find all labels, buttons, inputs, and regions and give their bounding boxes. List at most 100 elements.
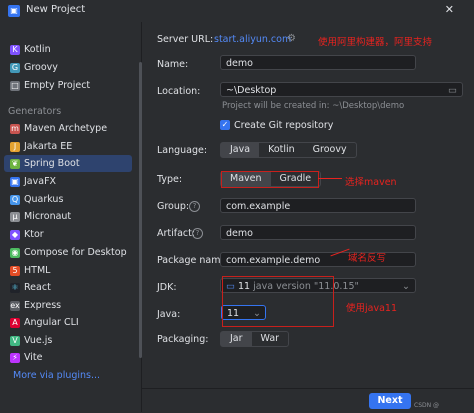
angular-icon: A bbox=[10, 318, 20, 328]
java-label: Java: bbox=[157, 309, 181, 320]
sidebar-item-empty-project[interactable]: □ Empty Project bbox=[4, 77, 132, 94]
name-field[interactable]: demo bbox=[220, 55, 416, 70]
javafx-icon: ▣ bbox=[10, 177, 20, 187]
sidebar-item-ktor[interactable]: ◆ Ktor bbox=[4, 226, 132, 243]
sidebar-item-micronaut[interactable]: μ Micronaut bbox=[4, 208, 132, 225]
artifact-label: Artifact: bbox=[157, 228, 196, 239]
sidebar-item-vite[interactable]: ⚡ Vite bbox=[4, 349, 132, 366]
sidebar-item-label: Maven Archetype bbox=[24, 123, 108, 134]
chevron-down-icon: ⌄ bbox=[402, 281, 410, 292]
sidebar-item-express[interactable]: ex Express bbox=[4, 297, 132, 314]
folder-icon[interactable]: ▭ bbox=[448, 83, 457, 98]
annotation-box-jdk bbox=[222, 276, 334, 327]
sidebar-item-jakarta-ee[interactable]: J Jakarta EE bbox=[4, 138, 132, 155]
window-controls[interactable]: ✕ bbox=[445, 3, 468, 16]
close-icon[interactable]: ✕ bbox=[445, 3, 468, 16]
language-selector: Java Kotlin Groovy bbox=[220, 142, 357, 158]
packaging-selector: Jar War bbox=[220, 331, 290, 347]
sidebar-item-react[interactable]: ⚛ React bbox=[4, 279, 132, 296]
sidebar-item-spring-boot[interactable]: ❦ Spring Boot bbox=[4, 155, 132, 172]
location-label: Location: bbox=[157, 86, 201, 97]
server-url-link[interactable]: start.aliyun.com bbox=[214, 34, 291, 45]
watermark: CSDN @ bbox=[414, 402, 440, 409]
more-via-plugins-link[interactable]: More via plugins... bbox=[13, 370, 100, 381]
compose-icon: ◉ bbox=[10, 248, 20, 258]
sidebar-item-javafx[interactable]: ▣ JavaFX bbox=[4, 173, 132, 190]
sidebar-item-label: React bbox=[24, 282, 51, 293]
sidebar-item-kotlin[interactable]: K Kotlin bbox=[4, 41, 132, 58]
sidebar-item-maven-archetype[interactable]: m Maven Archetype bbox=[4, 120, 132, 137]
vite-icon: ⚡ bbox=[10, 353, 20, 363]
sidebar-item-label: Compose for Desktop bbox=[24, 247, 127, 258]
groovy-icon: G bbox=[10, 63, 20, 73]
empty-project-icon: □ bbox=[10, 81, 20, 91]
window-title: New Project bbox=[26, 4, 86, 15]
annotation-box-type bbox=[221, 171, 319, 188]
jdk-label: JDK: bbox=[157, 282, 177, 293]
sidebar-item-label: Kotlin bbox=[24, 44, 51, 55]
package-label: Package name: bbox=[157, 255, 230, 266]
language-option-kotlin[interactable]: Kotlin bbox=[259, 143, 304, 157]
ktor-icon: ◆ bbox=[10, 230, 20, 240]
sidebar-item-label: Empty Project bbox=[24, 80, 91, 91]
sidebar-item-html[interactable]: 5 HTML bbox=[4, 262, 132, 279]
settings-gear-icon[interactable]: ⚙ bbox=[287, 33, 296, 44]
sidebar-item-label: Ktor bbox=[24, 229, 44, 240]
maven-icon: m bbox=[10, 124, 20, 134]
dialog-footer bbox=[142, 388, 474, 413]
jakarta-icon: J bbox=[10, 142, 20, 152]
sidebar: K Kotlin G Groovy □ Empty Project Genera… bbox=[0, 22, 142, 412]
group-field[interactable]: com.example bbox=[220, 198, 416, 213]
html-icon: 5 bbox=[10, 266, 20, 276]
express-icon: ex bbox=[10, 301, 20, 311]
sidebar-item-label: Angular CLI bbox=[24, 317, 79, 328]
generators-header: Generators bbox=[8, 106, 62, 117]
sidebar-item-label: Groovy bbox=[24, 62, 58, 73]
title-bar: ▣ New Project ✕ bbox=[0, 0, 474, 22]
sidebar-item-label: Express bbox=[24, 300, 62, 311]
type-label: Type: bbox=[157, 174, 183, 185]
annotation-server: 使用阿里构建器，阿里支持 bbox=[318, 37, 433, 48]
help-icon[interactable]: ? bbox=[192, 228, 203, 239]
sidebar-item-vuejs[interactable]: V Vue.js bbox=[4, 332, 132, 349]
language-option-java[interactable]: Java bbox=[221, 143, 260, 157]
sidebar-item-label: Vue.js bbox=[24, 335, 53, 346]
location-value: ~\Desktop bbox=[226, 85, 277, 96]
help-icon[interactable]: ? bbox=[189, 201, 200, 212]
sidebar-item-label: JavaFX bbox=[24, 176, 57, 187]
next-button[interactable]: Next bbox=[369, 393, 411, 409]
sidebar-item-label: Micronaut bbox=[24, 211, 72, 222]
sidebar-item-groovy[interactable]: G Groovy bbox=[4, 59, 132, 76]
packaging-label: Packaging: bbox=[157, 334, 209, 345]
git-checkbox[interactable]: ✓ bbox=[220, 120, 230, 130]
sidebar-item-label: Spring Boot bbox=[24, 158, 80, 169]
package-field[interactable]: com.example.demo bbox=[220, 252, 416, 267]
artifact-field[interactable]: demo bbox=[220, 225, 416, 240]
packaging-option-jar[interactable]: Jar bbox=[221, 332, 252, 346]
packaging-option-war[interactable]: War bbox=[252, 332, 289, 346]
kotlin-icon: K bbox=[10, 45, 20, 55]
annotation-maven: 选择maven bbox=[345, 177, 397, 188]
language-label: Language: bbox=[157, 145, 208, 156]
sidebar-item-quarkus[interactable]: Q Quarkus bbox=[4, 191, 132, 208]
annotation-java: 使用java11 bbox=[346, 303, 397, 314]
location-field[interactable]: ~\Desktop ▭ bbox=[220, 82, 463, 97]
git-checkbox-label: Create Git repository bbox=[234, 120, 334, 131]
server-url-label: Server URL: bbox=[157, 34, 214, 45]
spring-icon: ❦ bbox=[10, 159, 20, 169]
micronaut-icon: μ bbox=[10, 212, 20, 222]
group-label: Group: bbox=[157, 201, 190, 212]
sidebar-item-label: Jakarta EE bbox=[24, 141, 73, 152]
react-icon: ⚛ bbox=[10, 283, 20, 293]
name-label: Name: bbox=[157, 59, 189, 70]
vue-icon: V bbox=[10, 336, 20, 346]
sidebar-item-compose-for-desktop[interactable]: ◉ Compose for Desktop bbox=[4, 244, 132, 261]
annotation-arrow bbox=[318, 178, 342, 179]
quarkus-icon: Q bbox=[10, 195, 20, 205]
sidebar-item-label: Quarkus bbox=[24, 194, 64, 205]
sidebar-item-label: Vite bbox=[24, 352, 43, 363]
location-hint: Project will be created in: ~\Desktop\de… bbox=[222, 101, 405, 111]
language-option-groovy[interactable]: Groovy bbox=[304, 143, 356, 157]
app-icon: ▣ bbox=[8, 5, 20, 17]
sidebar-item-angular-cli[interactable]: A Angular CLI bbox=[4, 314, 132, 331]
